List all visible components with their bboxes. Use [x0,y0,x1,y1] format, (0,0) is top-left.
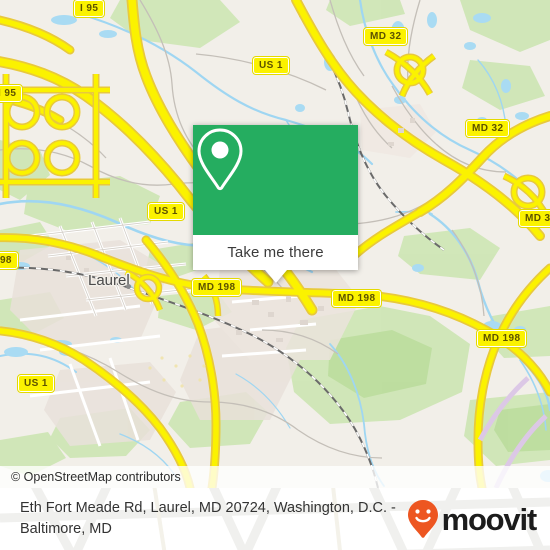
address-text: Eth Fort Meade Rd, Laurel, MD 20724, Was… [20,500,396,537]
map-screenshot: Laurel I 95 MD 32 US 1 I 95 MD 32 US 1 M… [0,0,550,550]
footer-bar: Eth Fort Meade Rd, Laurel, MD 20724, Was… [0,488,550,550]
road-shield-md32-north: MD 32 [362,27,409,46]
moovit-logo[interactable]: moovit [407,499,538,539]
attribution-text: © OpenStreetMap contributors [11,470,181,484]
road-shield-md198-east: MD 198 [475,329,528,348]
road-shield-md32-east: MD 32 [464,119,511,138]
popup-pin-area [193,125,358,235]
map-attribution-bar: © OpenStreetMap contributors [0,466,550,488]
location-pin-icon [197,128,243,191]
road-shield-i95-west: I 95 [0,84,24,103]
road-shield-md198-mid: MD 198 [330,289,383,308]
road-shield-i95-north: I 95 [72,0,106,18]
road-shield-us1-north: US 1 [252,56,290,75]
take-me-there-button[interactable]: Take me there [193,235,358,270]
popup-pointer [264,270,287,283]
road-shield-198-west: 198 [0,251,19,270]
footer-content: Eth Fort Meade Rd, Laurel, MD 20724, Was… [0,488,550,550]
place-dot-laurel [126,284,131,289]
moovit-wordmark: moovit [441,501,538,537]
destination-popup-card[interactable]: Take me there [193,125,358,283]
map-canvas[interactable]: Laurel I 95 MD 32 US 1 I 95 MD 32 US 1 M… [0,0,550,488]
road-shield-us1-south: US 1 [17,374,55,393]
road-shield-md32-far-east: MD 32 [517,209,550,228]
moovit-smiley-pin-icon [407,500,438,538]
road-shield-md198-west: MD 198 [190,278,243,297]
place-label-laurel: Laurel [88,272,130,289]
road-shield-us1-mid: US 1 [147,202,185,221]
